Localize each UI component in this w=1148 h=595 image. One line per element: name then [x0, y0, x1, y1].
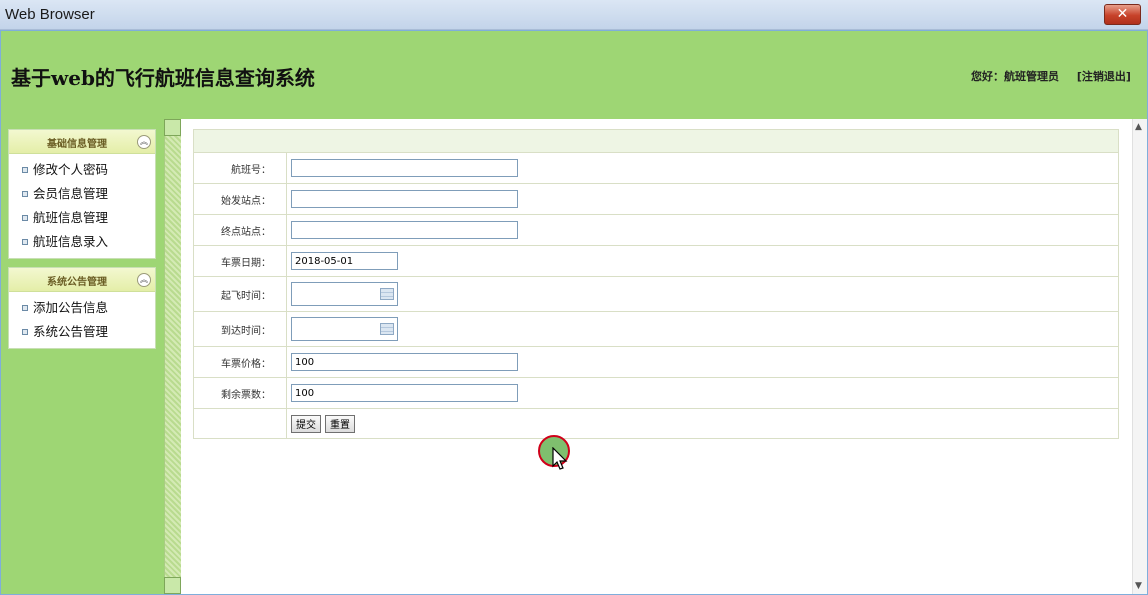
sidebar-item-label: 添加公告信息 — [33, 300, 109, 315]
window-titlebar: Web Browser ✕ — [0, 0, 1148, 30]
form-row-flight-number: 航班号： — [193, 152, 1119, 184]
ticket-price-input[interactable] — [291, 353, 518, 371]
splitter-scroll-button[interactable] — [164, 577, 181, 594]
sidebar-item-flight-management[interactable]: 航班信息管理 — [9, 206, 155, 230]
remaining-tickets-input[interactable] — [291, 384, 518, 402]
bullet-icon — [22, 329, 28, 335]
sidebar: 基础信息管理 ︽ 修改个人密码 会员信息管理 航班信息管理 航班信息录入 系统公… — [8, 129, 156, 357]
field-label: 终点站点： — [193, 214, 287, 246]
content-scrollbar[interactable]: ▲ ▼ — [1132, 119, 1147, 594]
sidebar-item-announcement-management[interactable]: 系统公告管理 — [9, 320, 155, 344]
main-content: 航班号： 始发站点： 终点站点： 车票日期： 起飞时间： — [181, 119, 1132, 594]
browser-viewport: 基于web的飞行航班信息查询系统 您好：航班管理员 [注销退出] 基础信息管理 … — [0, 30, 1148, 595]
destination-station-input[interactable] — [291, 221, 518, 239]
sidebar-panel-basic-info: 基础信息管理 ︽ 修改个人密码 会员信息管理 航班信息管理 航班信息录入 — [8, 129, 156, 259]
bullet-icon — [22, 215, 28, 221]
field-label: 车票价格： — [193, 346, 287, 378]
splitter-toggle-button[interactable] — [164, 119, 181, 136]
page-title: 基于web的飞行航班信息查询系统 — [11, 66, 315, 90]
field-label: 剩余票数： — [193, 377, 287, 409]
form-header-row — [193, 129, 1119, 153]
field-label: 始发站点： — [193, 183, 287, 215]
sidebar-item-label: 修改个人密码 — [33, 162, 109, 177]
sidebar-item-label: 航班信息管理 — [33, 210, 109, 225]
calendar-icon[interactable] — [380, 288, 394, 300]
calendar-icon[interactable] — [380, 323, 394, 335]
submit-button[interactable]: 提交 — [291, 414, 321, 433]
sidebar-item-label: 航班信息录入 — [33, 234, 109, 249]
form-row-departure-station: 始发站点： — [193, 183, 1119, 215]
frame-splitter[interactable] — [164, 119, 181, 594]
form-row-departure-time: 起飞时间： — [193, 276, 1119, 312]
user-greeting-area: 您好：航班管理员 [注销退出] — [971, 68, 1131, 84]
flight-entry-form: 航班号： 始发站点： 终点站点： 车票日期： 起飞时间： — [193, 129, 1119, 439]
chevron-up-icon[interactable]: ︽ — [137, 273, 151, 287]
reset-button[interactable]: 重置 — [325, 414, 355, 433]
form-row-destination-station: 终点站点： — [193, 214, 1119, 246]
sidebar-item-add-announcement[interactable]: 添加公告信息 — [9, 296, 155, 320]
form-row-arrival-time: 到达时间： — [193, 311, 1119, 347]
sidebar-panel-header[interactable]: 系统公告管理 ︽ — [9, 268, 155, 292]
form-row-ticket-price: 车票价格： — [193, 346, 1119, 378]
form-row-actions: 提交 重置 — [193, 408, 1119, 439]
sidebar-item-member-management[interactable]: 会员信息管理 — [9, 182, 155, 206]
bullet-icon — [22, 191, 28, 197]
flight-number-input[interactable] — [291, 159, 518, 177]
sidebar-item-label: 会员信息管理 — [33, 186, 109, 201]
sidebar-item-flight-entry[interactable]: 航班信息录入 — [9, 230, 155, 254]
sidebar-item-change-password[interactable]: 修改个人密码 — [9, 158, 155, 182]
field-label: 到达时间： — [193, 311, 287, 347]
sidebar-panel-title: 系统公告管理 — [47, 277, 107, 288]
bullet-icon — [22, 167, 28, 173]
field-label: 起飞时间： — [193, 276, 287, 312]
logout-link[interactable]: [注销退出] — [1077, 70, 1131, 83]
page-header: 基于web的飞行航班信息查询系统 您好：航班管理员 [注销退出] — [1, 31, 1147, 119]
departure-time-input[interactable] — [291, 282, 398, 306]
departure-station-input[interactable] — [291, 190, 518, 208]
window-close-button[interactable]: ✕ — [1104, 4, 1141, 25]
bullet-icon — [22, 239, 28, 245]
sidebar-panel-announcements: 系统公告管理 ︽ 添加公告信息 系统公告管理 — [8, 267, 156, 349]
chevron-up-icon[interactable]: ︽ — [137, 135, 151, 149]
scroll-up-icon[interactable]: ▲ — [1135, 122, 1142, 132]
scroll-down-icon[interactable]: ▼ — [1135, 581, 1142, 591]
mouse-pointer-icon — [552, 447, 568, 470]
field-label: 航班号： — [193, 152, 287, 184]
arrival-time-input[interactable] — [291, 317, 398, 341]
sidebar-panel-header[interactable]: 基础信息管理 ︽ — [9, 130, 155, 154]
sidebar-panel-title: 基础信息管理 — [47, 139, 107, 150]
bullet-icon — [22, 305, 28, 311]
field-label: 车票日期： — [193, 245, 287, 277]
sidebar-item-label: 系统公告管理 — [33, 324, 109, 339]
window-title: Web Browser — [5, 6, 95, 23]
form-row-ticket-date: 车票日期： — [193, 245, 1119, 277]
ticket-date-input[interactable] — [291, 252, 398, 270]
form-row-remaining-tickets: 剩余票数： — [193, 377, 1119, 409]
user-greeting: 您好：航班管理员 — [971, 70, 1059, 83]
